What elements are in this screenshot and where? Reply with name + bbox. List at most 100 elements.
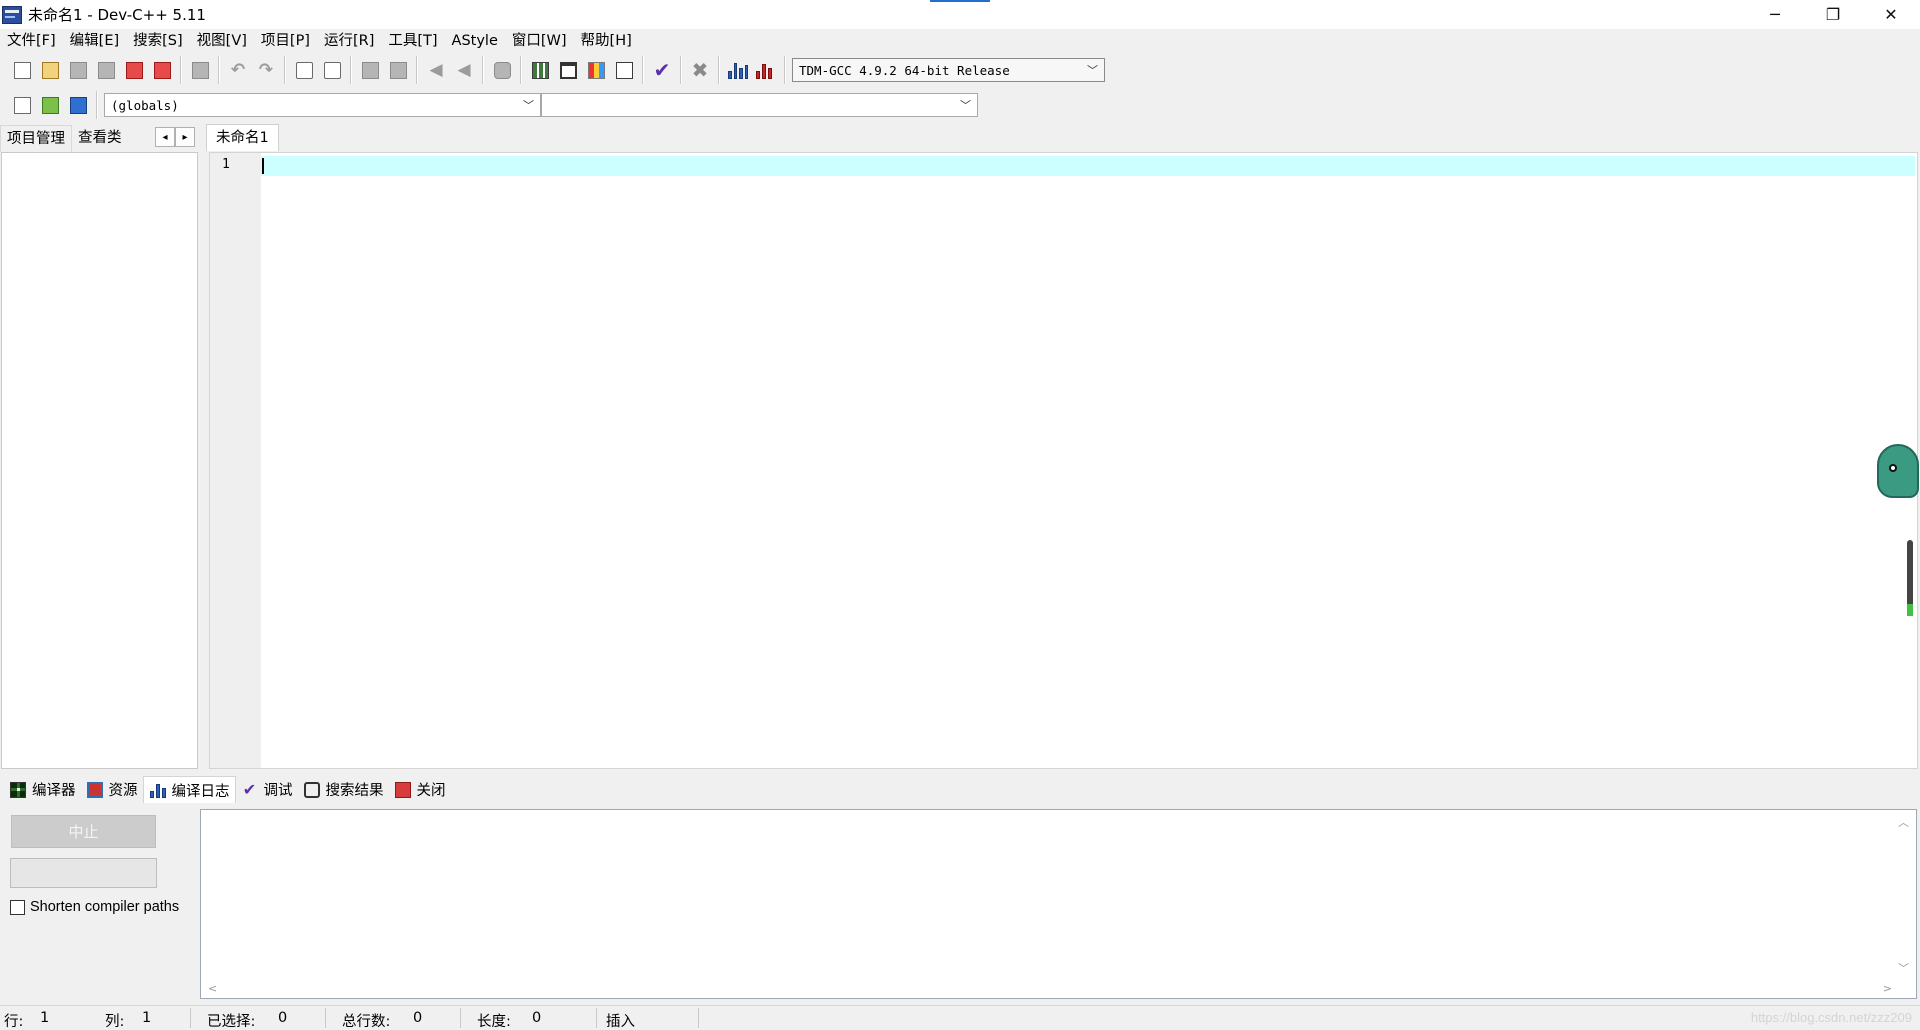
toolbar-separator: [416, 56, 418, 84]
scroll-down-icon[interactable]: ﹀: [1898, 960, 1909, 976]
indent-icon[interactable]: [357, 57, 383, 83]
current-line-highlight: [261, 156, 1915, 176]
close-button[interactable]: ✕: [1862, 0, 1920, 29]
menu-astyle[interactable]: AStyle: [445, 29, 505, 53]
compile-run-icon[interactable]: [583, 57, 609, 83]
menu-project[interactable]: 项目[P]: [254, 29, 317, 53]
magnifier-icon: [303, 781, 321, 799]
new-file-icon[interactable]: [9, 57, 35, 83]
menu-window[interactable]: 窗口[W]: [505, 29, 574, 53]
toolbar-separator: [642, 56, 644, 84]
replace-icon[interactable]: [319, 57, 345, 83]
abort-button[interactable]: 中止: [11, 815, 156, 848]
scroll-up-icon[interactable]: ︿: [1898, 814, 1909, 830]
scope-select[interactable]: (globals) ﹀: [104, 93, 541, 117]
toolbar-separator: [284, 56, 286, 84]
compiler-select[interactable]: TDM-GCC 4.9.2 64-bit Release ﹀: [792, 58, 1105, 82]
check-icon: ✔: [242, 780, 257, 799]
status-bar: 行: 1 列: 1 已选择: 0 总行数: 0 长度: 0 插入 https:/…: [0, 1005, 1920, 1030]
print-icon[interactable]: [187, 57, 213, 83]
run-icon[interactable]: [555, 57, 581, 83]
close-file-icon[interactable]: [121, 57, 147, 83]
window-title: 未命名1 - Dev-C++ 5.11: [28, 6, 206, 24]
tab-resources[interactable]: 资源: [81, 776, 143, 803]
tab-close[interactable]: 关闭: [389, 776, 451, 803]
editor-tab[interactable]: 未命名1: [206, 124, 279, 151]
scroll-left-icon[interactable]: ◂: [155, 127, 175, 147]
tab-class-browser[interactable]: 查看类: [72, 125, 128, 152]
undo-icon[interactable]: ↶: [225, 57, 251, 83]
scroll-right-icon[interactable]: >: [1883, 982, 1892, 995]
status-selected-label: 已选择:: [207, 1014, 256, 1030]
code-editor[interactable]: 1: [209, 152, 1919, 769]
menu-edit[interactable]: 编辑[E]: [63, 29, 126, 53]
find-icon[interactable]: [291, 57, 317, 83]
toolbar-separator: [520, 56, 522, 84]
menu-view[interactable]: 视图[V]: [190, 29, 254, 53]
text-caret: [262, 158, 264, 174]
tab-resources-label: 资源: [108, 783, 138, 799]
profile-chart-icon[interactable]: [725, 57, 751, 83]
title-accent-line: [930, 0, 990, 2]
status-insert-mode: 插入: [606, 1014, 635, 1030]
toolbar-separator: [718, 56, 720, 84]
tab-compiler[interactable]: 编译器: [4, 776, 81, 803]
tab-search-results[interactable]: 搜索结果: [298, 776, 389, 803]
open-file-icon[interactable]: [37, 57, 63, 83]
menu-bar: 文件[F] 编辑[E] 搜索[S] 视图[V] 项目[P] 运行[R] 工具[T…: [0, 29, 1920, 53]
devcpp-app-icon: [2, 5, 22, 24]
mascot-rope: [1907, 540, 1913, 614]
left-tab-scroller: ◂ ▸: [155, 127, 195, 147]
redo-icon[interactable]: ↷: [253, 57, 279, 83]
title-bar: 未命名1 - Dev-C++ 5.11 ─ ❐ ✕: [0, 0, 1920, 29]
shorten-paths-checkbox[interactable]: [10, 899, 25, 915]
mascot-overlay[interactable]: [1877, 444, 1919, 616]
toolbar-separator: [96, 91, 98, 119]
status-col-value: 1: [142, 1010, 152, 1026]
forward-icon[interactable]: ◀: [451, 57, 477, 83]
goto-icon[interactable]: [37, 92, 63, 118]
debug-check-icon[interactable]: ✔: [649, 57, 675, 83]
unindent-icon[interactable]: [385, 57, 411, 83]
bookmark-icon[interactable]: [489, 57, 515, 83]
close-panel-icon: [394, 781, 412, 799]
restore-button[interactable]: ❐: [1804, 0, 1862, 29]
insert-icon[interactable]: [9, 92, 35, 118]
tab-project-manager[interactable]: 项目管理: [0, 125, 72, 152]
compiler-grid-icon: [9, 781, 27, 799]
function-select[interactable]: ﹀: [541, 93, 978, 117]
save-all-icon[interactable]: [93, 57, 119, 83]
toolbar-separator: [180, 56, 182, 84]
compile-progress-bar: [10, 858, 157, 888]
scroll-left-icon[interactable]: <: [208, 982, 217, 995]
menu-search[interactable]: 搜索[S]: [126, 29, 190, 53]
scroll-right-icon[interactable]: ▸: [175, 127, 195, 147]
tab-compile-log[interactable]: 编译日志: [142, 776, 236, 803]
menu-file[interactable]: 文件[F]: [0, 29, 63, 53]
toggle-bookmark-icon[interactable]: [65, 92, 91, 118]
line-number: 1: [222, 157, 230, 172]
line-gutter: 1: [210, 153, 261, 768]
compile-log-output[interactable]: ︿ ﹀ < >: [200, 809, 1917, 999]
status-lines-label: 总行数:: [342, 1014, 391, 1030]
tab-debug[interactable]: ✔ 调试: [236, 776, 298, 803]
chevron-down-icon: ﹀: [523, 99, 534, 112]
shorten-paths-option[interactable]: Shorten compiler paths: [10, 899, 179, 915]
rebuild-all-icon[interactable]: [611, 57, 637, 83]
compile-icon[interactable]: [527, 57, 553, 83]
menu-tools[interactable]: 工具[T]: [381, 29, 444, 53]
menu-run[interactable]: 运行[R]: [317, 29, 381, 53]
save-icon[interactable]: [65, 57, 91, 83]
minimize-button[interactable]: ─: [1746, 0, 1804, 29]
toolbar-separator: [218, 56, 220, 84]
watermark: https://blog.csdn.net/zzz209: [1750, 1010, 1912, 1025]
delete-profile-icon[interactable]: [753, 57, 779, 83]
toolbar-separator: [680, 56, 682, 84]
menu-help[interactable]: 帮助[H]: [574, 29, 639, 53]
stop-execution-icon[interactable]: ✖: [687, 57, 713, 83]
back-icon[interactable]: ◀: [423, 57, 449, 83]
project-tree[interactable]: [1, 152, 198, 769]
close-all-icon[interactable]: [149, 57, 175, 83]
class-toolbar: (globals) ﹀ ﹀: [0, 87, 1920, 123]
compiler-select-value: TDM-GCC 4.9.2 64-bit Release: [799, 62, 1010, 78]
